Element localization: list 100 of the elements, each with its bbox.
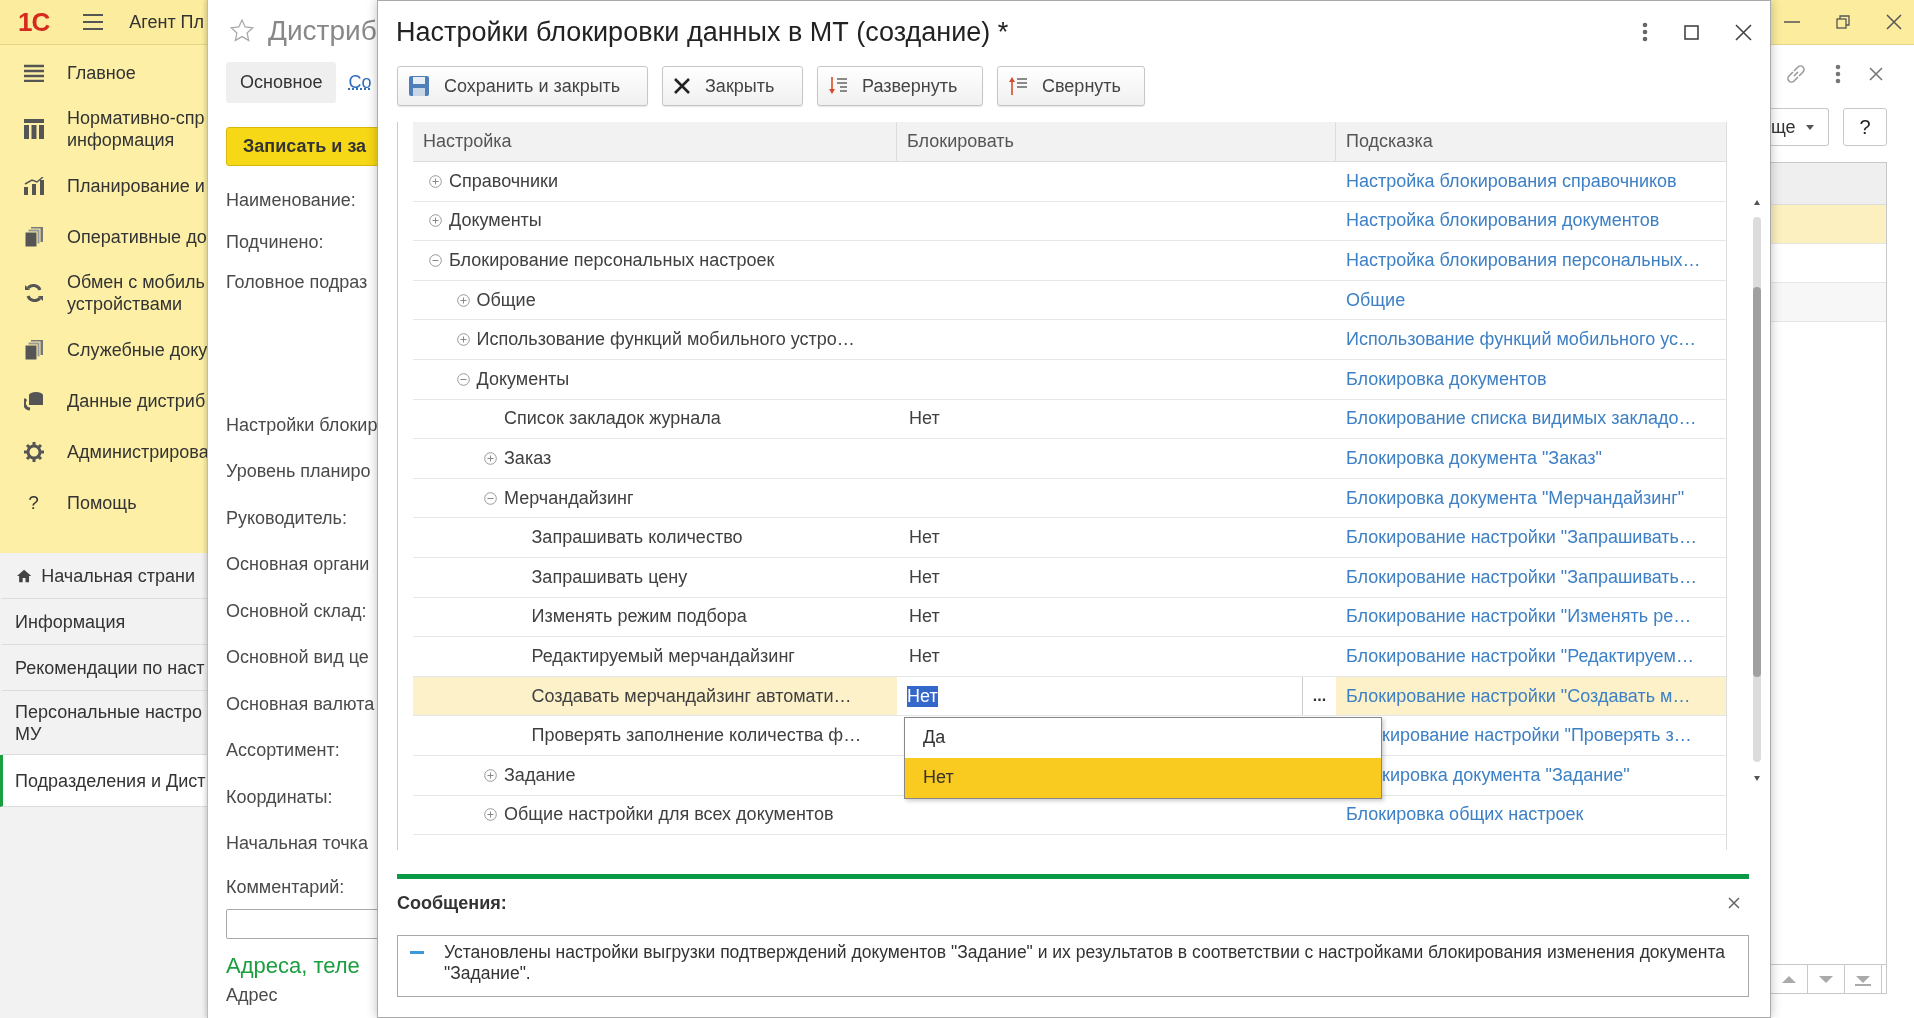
hint-link[interactable]: Блокирование настройки "Запрашивать…	[1346, 566, 1697, 588]
choice-button[interactable]: ...	[1303, 676, 1336, 716]
expand-icon[interactable]	[429, 214, 442, 228]
collapse-icon[interactable]	[456, 372, 470, 386]
column-header[interactable]: Подсказка	[1336, 122, 1726, 161]
expand-icon[interactable]	[484, 768, 497, 782]
block-value: Нет	[909, 645, 940, 667]
close-icon[interactable]	[1735, 23, 1752, 41]
form-title: Дистриб	[268, 15, 377, 47]
section-link[interactable]: Данные дистриб	[67, 389, 206, 412]
expand-icon[interactable]	[456, 293, 470, 307]
section-link[interactable]: Помощь	[67, 491, 137, 514]
hint-link[interactable]: Блокировка общих настроек	[1346, 804, 1584, 826]
minimize-icon[interactable]	[1784, 20, 1800, 24]
toolbar-button[interactable]: Закрыть	[662, 66, 803, 106]
link-icon[interactable]	[1785, 63, 1807, 85]
expand-icon[interactable]	[456, 333, 470, 347]
table-icon	[23, 119, 44, 139]
menu-icon	[23, 63, 44, 82]
form-tab[interactable]: Со	[348, 62, 372, 103]
setting-name: Документы	[476, 368, 570, 390]
more-icon[interactable]	[1642, 22, 1648, 42]
field-label: Основной склад:	[226, 599, 368, 623]
block-value: Нет	[909, 566, 940, 588]
close-icon[interactable]	[1869, 67, 1883, 81]
dialog-title: Настройки блокировки данных в МТ (создание) *	[396, 16, 1009, 48]
toolbar-button[interactable]: Свернуть	[997, 66, 1145, 106]
hint-link[interactable]: Настройка блокирования персональных…	[1346, 250, 1701, 271]
value-field[interactable]: Нет	[897, 676, 1303, 716]
form-tab[interactable]: Основное	[226, 62, 337, 103]
field-label: Уровень планиро	[226, 460, 372, 484]
dropdown-option[interactable]: Да	[905, 717, 1381, 758]
hint-link[interactable]: Блокировка документа "Заказ"	[1346, 447, 1602, 469]
hint-link[interactable]: кирование настройки "Проверять з…	[1382, 725, 1692, 747]
expand-icon[interactable]	[484, 808, 497, 822]
setting-name: Заказ	[504, 447, 552, 469]
expand-icon[interactable]	[484, 451, 497, 465]
hint-link[interactable]: Общие	[1346, 289, 1406, 311]
section-link[interactable]: Оперативные до	[67, 225, 207, 248]
table-row[interactable]: Создавать мерчандайзинг автомати… Нет ... Блокирование настройки "Создавать м…	[413, 676, 1726, 717]
field-label: Основная валюта	[226, 692, 376, 716]
hint-link[interactable]: кировка документа "Задание"	[1382, 764, 1630, 786]
section-link[interactable]: Обмен с мобиль устройствами	[67, 271, 205, 315]
toolbar-button[interactable]: Сохранить и закрыть	[397, 66, 648, 106]
hint-link[interactable]: Блокирование настройки "Изменять ре…	[1346, 606, 1692, 628]
help-button[interactable]: ?	[1843, 108, 1887, 146]
setting-name: Создавать мерчандайзинг автомати…	[531, 685, 852, 707]
hint-link[interactable]: Блокирование настройки "Создавать м…	[1346, 685, 1691, 707]
section-link[interactable]: Служебные доку	[67, 338, 208, 361]
block-value: Нет	[909, 606, 940, 628]
star-icon[interactable]	[230, 19, 254, 43]
help-icon: ?	[28, 491, 39, 514]
hint-link[interactable]: Настройка блокирования документов	[1346, 210, 1660, 232]
setting-name: Редактируемый мерчандайзинг	[531, 645, 795, 667]
home-label: Начальная страни	[41, 564, 195, 587]
section-link[interactable]: Администрирова	[67, 440, 209, 463]
column-header[interactable]: Настройка	[413, 122, 897, 161]
hint-link[interactable]: Блокировка документов	[1346, 368, 1547, 390]
section-link[interactable]: Нормативно-спр информация	[67, 107, 205, 151]
hint-link[interactable]: Блокирование списка видимых закладо…	[1346, 408, 1697, 430]
setting-name: Блокирование персональных настроек	[449, 250, 775, 271]
field-label: Головное подраз	[226, 270, 369, 294]
expand-list-icon	[828, 76, 848, 96]
hint-link[interactable]: Использование функций мобильного ус…	[1346, 329, 1697, 351]
section-link[interactable]: Планирование и	[67, 174, 205, 197]
field-label: Координаты:	[226, 785, 334, 809]
database-icon	[23, 390, 44, 411]
setting-name: Запрашивать цену	[531, 566, 688, 588]
documents-icon	[24, 339, 43, 360]
collapse-icon[interactable]	[484, 491, 497, 505]
block-value: Нет	[909, 527, 940, 549]
hint-link[interactable]: Блокирование настройки "Запрашивать…	[1346, 527, 1697, 549]
dropdown-option[interactable]: Нет	[905, 757, 1381, 798]
collapse-icon[interactable]	[429, 254, 442, 267]
more-button[interactable]: ще	[1771, 108, 1829, 146]
more-icon[interactable]	[1835, 64, 1841, 84]
close-icon	[673, 77, 691, 95]
section-link[interactable]: Главное	[67, 61, 136, 84]
restore-icon[interactable]	[1836, 15, 1850, 29]
setting-name: Проверять заполнение количества ф…	[531, 725, 862, 747]
close-icon[interactable]	[1886, 14, 1902, 30]
setting-name: Список закладок журнала	[504, 408, 721, 430]
menu-icon[interactable]	[83, 14, 104, 30]
setting-name: Общие	[476, 289, 536, 311]
hint-link[interactable]: Блокирование настройки "Редактируем…	[1346, 645, 1694, 667]
setting-name: Запрашивать количество	[531, 527, 743, 549]
maximize-icon[interactable]	[1684, 24, 1699, 40]
expand-icon[interactable]	[429, 174, 442, 188]
setting-name: Мерчандайзинг	[504, 487, 634, 509]
setting-name: Общие настройки для всех документов	[504, 804, 834, 826]
collapse-list-icon	[1008, 76, 1028, 96]
sync-icon	[23, 283, 44, 303]
hint-link[interactable]: Настройка блокирования справочников	[1346, 170, 1677, 192]
hint-link[interactable]: Блокировка документа "Мерчандайзинг"	[1346, 487, 1685, 509]
setting-name: Изменять режим подбора	[531, 606, 747, 628]
toolbar-button[interactable]: Развернуть	[817, 66, 983, 106]
close-icon[interactable]	[1728, 897, 1740, 909]
open-page-tab[interactable]: Подразделения и Дист	[0, 755, 207, 807]
column-header[interactable]: Блокировать	[897, 122, 1336, 161]
caret-icon	[1805, 124, 1814, 130]
